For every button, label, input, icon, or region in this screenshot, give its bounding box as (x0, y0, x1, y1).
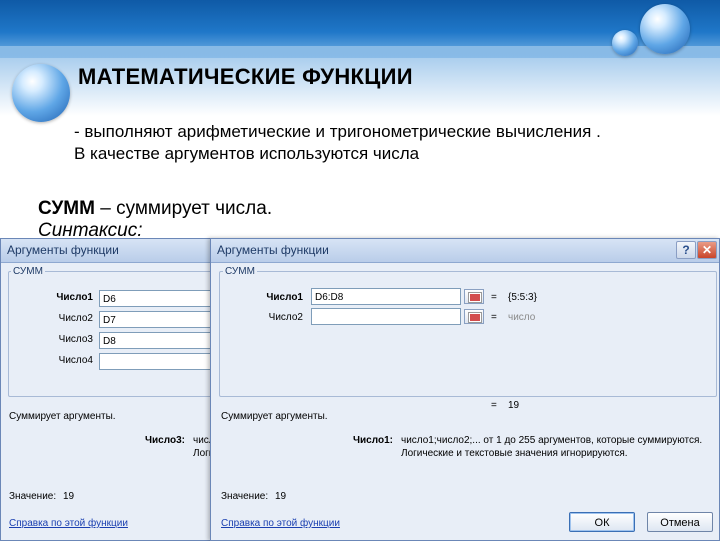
function-name-label: СУММ (223, 266, 257, 277)
summ-function-desc: – суммирует числа. (94, 198, 273, 219)
dialog-title: Аргументы функции (217, 243, 329, 257)
summ-function-name: СУММ (38, 198, 95, 219)
result-value: 19 (275, 491, 287, 502)
arg-help-label: Число1: (353, 435, 393, 446)
help-link[interactable]: Справка по этой функции (221, 518, 340, 529)
arg-label-4: Число4 (58, 355, 93, 366)
function-arguments-dialog: Аргументы функции ? ✕ СУММ Число1 D6:D8 … (210, 238, 720, 541)
arg-input-1[interactable]: D6 (99, 290, 223, 307)
arg-help-text-2: Логические и текстовые значения игнориру… (401, 448, 628, 459)
syntax-label: Синтаксис: (38, 220, 143, 237)
arg-input-2[interactable]: D7 (99, 311, 223, 328)
dialog-title-bar[interactable]: Аргументы функции (1, 239, 223, 263)
help-question-icon[interactable]: ? (676, 241, 696, 259)
arg-help-label: Число3: (145, 435, 185, 446)
arg-equals-2: = (491, 312, 497, 323)
arg-result-2: число (508, 312, 536, 323)
arg-input-4[interactable] (99, 353, 223, 370)
function-name-label: СУММ (11, 266, 45, 277)
function-arguments-dialog-back: Аргументы функции СУММ Число1 D6 Число2 … (0, 238, 224, 541)
arg-input-3[interactable]: D8 (99, 332, 223, 349)
dialog-title-bar[interactable]: Аргументы функции (211, 239, 719, 263)
collapse-dialog-button-1[interactable] (464, 289, 484, 304)
result-value: 19 (63, 491, 75, 502)
arg-input-1[interactable]: D6:D8 (311, 288, 461, 305)
result-label: Значение: (9, 491, 57, 502)
decorative-orb-large (12, 64, 70, 122)
arg-help-text-1: число1;число2;... от 1 до 255 аргументов… (401, 435, 703, 446)
function-description: Суммирует аргументы. (9, 411, 116, 422)
arg-label-2: Число2 (268, 312, 303, 323)
slide-title: МАТЕМАТИЧЕСКИЕ ФУНКЦИИ (78, 64, 413, 89)
help-link[interactable]: Справка по этой функции (9, 518, 128, 529)
collapse-dialog-button-2[interactable] (464, 309, 484, 324)
ok-button[interactable]: ОК (569, 512, 635, 532)
summ-description: СУММ – суммирует числа. (38, 198, 272, 220)
function-description: Суммирует аргументы. (221, 411, 328, 422)
arg-label-3: Число3 (58, 334, 93, 345)
arg-input-2[interactable] (311, 308, 461, 325)
total-value: 19 (508, 400, 520, 411)
arg-label-2: Число2 (58, 313, 93, 324)
total-equals: = (491, 400, 497, 411)
cancel-button[interactable]: Отмена (647, 512, 713, 532)
arg-result-1: {5:5:3} (508, 292, 537, 303)
close-icon[interactable]: ✕ (697, 241, 717, 259)
slide-description-line2: В качестве аргументов используются числа (74, 144, 420, 163)
result-label: Значение: (221, 491, 269, 502)
decorative-orb-top-right (640, 4, 690, 54)
arg-label-1: Число1 (266, 292, 303, 303)
arg-label-1: Число1 (56, 292, 93, 303)
slide-description-line1: - выполняют арифметические и тригонометр… (74, 122, 601, 141)
dialog-title: Аргументы функции (7, 243, 119, 257)
decorative-orb-small (612, 30, 638, 56)
arg-equals-1: = (491, 292, 497, 303)
